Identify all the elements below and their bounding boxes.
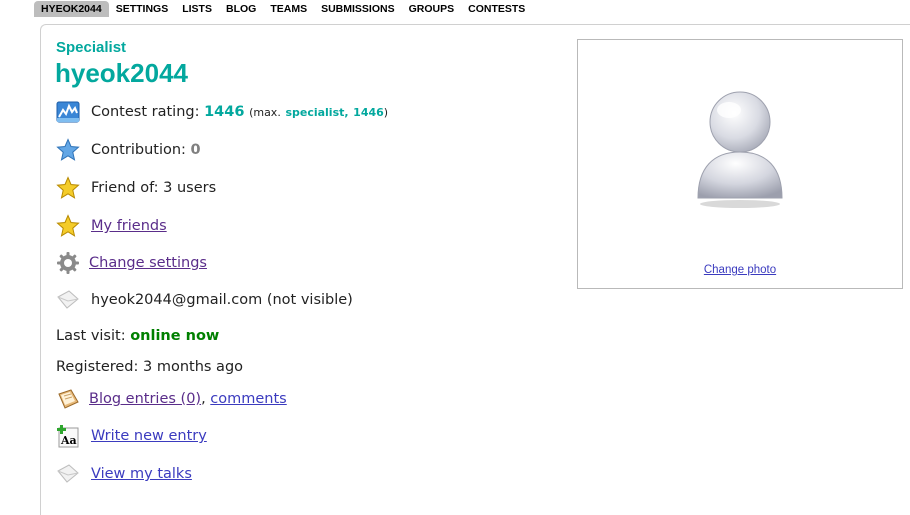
view-talks-link[interactable]: View my talks: [91, 466, 192, 482]
contest-rating-row: Contest rating: 1446 (max. specialist, 1…: [56, 100, 388, 124]
max-rank: specialist,: [285, 105, 349, 119]
user-photo-box: Change photo: [577, 39, 903, 289]
email-text: hyeok2044@gmail.com (not visible): [91, 292, 353, 308]
envelope-icon: [56, 288, 80, 312]
tab-blog[interactable]: BLOG: [219, 2, 263, 16]
email-row: hyeok2044@gmail.com (not visible): [56, 288, 353, 312]
registered-text: Registered: 3 months ago: [56, 359, 244, 375]
tab-contests[interactable]: CONTESTS: [461, 2, 532, 16]
write-entry-row: Aa Write new entry: [56, 424, 207, 448]
last-visit-row: Last visit: online now: [56, 324, 219, 348]
rating-label: Contest rating:: [91, 104, 200, 120]
talks-row: View my talks: [56, 462, 192, 486]
blue-star-icon: [56, 138, 80, 162]
comments-link[interactable]: comments: [210, 391, 286, 407]
write-entry-link[interactable]: Write new entry: [91, 428, 207, 444]
contribution-row: Contribution: 0: [56, 138, 201, 162]
tab-submissions[interactable]: SUBMISSIONS: [314, 2, 402, 16]
last-visit-status: online now: [130, 328, 220, 344]
change-settings-row: Change settings: [56, 251, 207, 275]
user-rank: Specialist: [56, 39, 127, 56]
tab-groups[interactable]: GROUPS: [402, 2, 462, 16]
user-silhouette-icon: [695, 90, 785, 214]
write-entry-icon: Aa: [56, 424, 80, 448]
rating-chart-icon: [56, 100, 80, 124]
blog-comma: ,: [201, 391, 206, 407]
gear-icon: [56, 251, 80, 275]
blog-row: Blog entries (0) , comments: [56, 387, 287, 411]
friend-of-row: Friend of: 3 users: [56, 176, 216, 200]
tab-settings[interactable]: SETTINGS: [109, 2, 176, 16]
friend-of-text: Friend of: 3 users: [91, 180, 217, 196]
my-friends-row: My friends: [56, 214, 167, 238]
blog-notebook-icon: [56, 387, 80, 411]
tab-profile[interactable]: HYEOK2044: [34, 1, 109, 17]
rating-value: 1446: [204, 104, 245, 120]
max-suffix: ): [383, 105, 389, 119]
tab-teams[interactable]: TEAMS: [263, 2, 314, 16]
svg-text:Aa: Aa: [60, 434, 77, 447]
contribution-value: 0: [190, 142, 201, 158]
gold-star-icon: [56, 176, 80, 200]
registered-row: Registered: 3 months ago: [56, 355, 243, 379]
change-settings-link[interactable]: Change settings: [89, 255, 207, 271]
my-friends-link[interactable]: My friends: [91, 218, 167, 234]
last-visit-label: Last visit:: [56, 328, 126, 344]
talks-envelope-icon: [56, 462, 80, 486]
blog-entries-link[interactable]: Blog entries (0): [89, 391, 201, 407]
max-rating-value: 1446: [353, 105, 384, 119]
top-nav: HYEOK2044 SETTINGS LISTS BLOG TEAMS SUBM…: [34, 0, 532, 18]
change-photo-link[interactable]: Change photo: [704, 264, 776, 276]
max-prefix: (max.: [249, 105, 281, 119]
tab-lists[interactable]: LISTS: [175, 2, 219, 16]
contribution-label: Contribution:: [91, 142, 186, 158]
user-handle: hyeok2044: [55, 58, 188, 88]
gold-star-icon: [56, 214, 80, 238]
